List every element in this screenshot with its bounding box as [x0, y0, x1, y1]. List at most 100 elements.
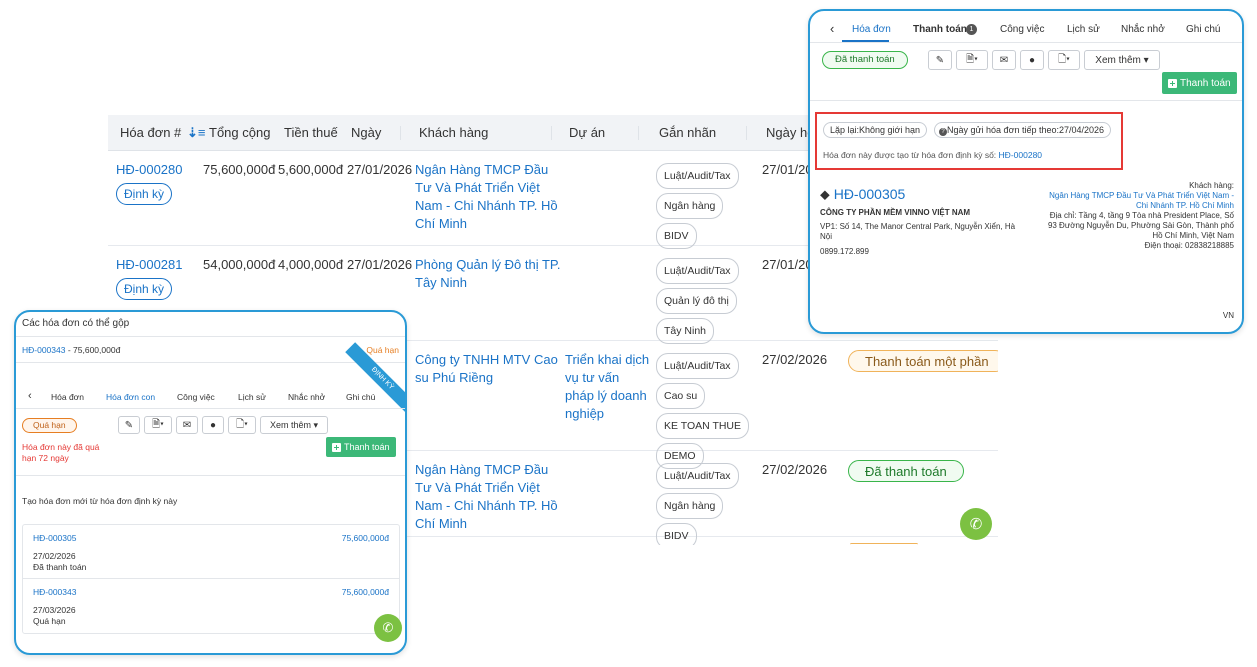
back-icon[interactable]: ‹	[28, 390, 32, 402]
recurring-invoice-panel: Các hóa đơn có thể gộp HĐ-000343 - 75,60…	[14, 310, 407, 655]
customer-link[interactable]: Phòng Quản lý Đô thị TP. Tây Ninh	[415, 256, 565, 292]
email-button[interactable]: ✉	[176, 416, 198, 434]
edit-icon: ✎	[124, 419, 134, 431]
tag[interactable]: Ngân hàng	[656, 193, 724, 219]
tag[interactable]: Quản lý đô thị	[656, 288, 737, 314]
due-cell: 27/02/2026	[762, 352, 828, 367]
col-date[interactable]: Ngày	[351, 125, 381, 140]
file-icon: 🗋▾	[1058, 53, 1070, 65]
status-badge: Thanh toán một phần	[848, 350, 998, 372]
tab-child-invoices[interactable]: Hóa đơn con	[106, 392, 155, 402]
more-dropdown[interactable]: Xem thêm ▾	[1084, 50, 1160, 70]
comment-button[interactable]: ●	[202, 416, 224, 434]
col-project[interactable]: Dự án	[569, 125, 605, 140]
total-cell: 54,000,000đ	[203, 257, 276, 272]
customer-link[interactable]: Ngân Hàng TMCP Đầu Tư Và Phát Triển Việt…	[415, 161, 565, 233]
child-status: Đã thanh toán	[33, 562, 87, 572]
tag[interactable]: BIDV	[656, 523, 697, 545]
pdf-dropdown[interactable]: 🗎▾	[956, 50, 988, 70]
tab-reminders[interactable]: Nhắc nhở	[288, 392, 325, 402]
col-tax[interactable]: Tiền thuế	[284, 125, 338, 140]
recurring-info-box: Lặp lại:Không giới hạn ? Ngày gửi hóa đơn…	[815, 112, 1123, 170]
file-dropdown[interactable]: 🗋▾	[228, 416, 256, 434]
pdf-icon: 🗎▾	[152, 418, 164, 430]
tab-payment[interactable]: Thanh toán	[913, 24, 967, 35]
email-button[interactable]: ✉	[992, 50, 1016, 70]
pdf-dropdown[interactable]: 🗎▾	[144, 416, 172, 434]
parent-invoice-link[interactable]: HĐ-000280	[999, 150, 1042, 160]
tag[interactable]: Luật/Audit/Tax	[656, 163, 739, 189]
phone-icon: ✆	[969, 516, 983, 533]
tab-invoice[interactable]: Hóa đơn	[852, 24, 891, 35]
tab-history[interactable]: Lịch sử	[1067, 24, 1100, 35]
comment-icon: ●	[1028, 54, 1036, 66]
customer-name[interactable]: Ngân Hàng TMCP Đầu Tư Và Phát Triển Việt…	[1039, 191, 1234, 211]
phone-icon: ✆	[382, 620, 394, 635]
invoice-link[interactable]: HĐ-000281	[116, 257, 183, 272]
total-cell: 75,600,000đ	[203, 162, 276, 177]
company-phone: 0899.172.899	[820, 247, 869, 256]
tab-notes[interactable]: Ghi chú	[346, 392, 375, 402]
merge-invoice-link[interactable]: HĐ-000343	[22, 345, 65, 355]
col-total[interactable]: Tổng cộng	[209, 125, 270, 140]
list-item[interactable]: HĐ-000343 75,600,000đ 27/03/2026 Quá hạn	[23, 579, 399, 633]
edit-button[interactable]: ✎	[928, 50, 952, 70]
customer-address: Địa chỉ: Tầng 4, tầng 9 Tòa nhà Presiden…	[1047, 211, 1234, 240]
tab-history[interactable]: Lịch sử	[238, 392, 266, 402]
child-amount: 75,600,000đ	[341, 587, 389, 597]
customer-link[interactable]: Công ty TNHH MTV Cao su Phú Riềng	[415, 351, 565, 387]
pay-button[interactable]: Thanh toán	[1162, 72, 1237, 94]
tab-reminders[interactable]: Nhắc nhở	[1121, 24, 1165, 35]
file-icon: 🗋▾	[236, 418, 248, 430]
customer-label: Khách hàng:	[1189, 181, 1234, 190]
invoice-number: ⬥ HĐ-000305	[820, 186, 906, 202]
pay-button[interactable]: Thanh toán	[326, 437, 396, 457]
child-invoice-list: HĐ-000305 75,600,000đ 27/02/2026 Đã than…	[22, 524, 400, 634]
col-customer[interactable]: Khách hàng	[419, 125, 488, 140]
call-button[interactable]: ✆	[374, 614, 402, 642]
child-amount: 75,600,000đ	[341, 533, 389, 543]
tag[interactable]: Luật/Audit/Tax	[656, 258, 739, 284]
customer-link[interactable]: Ngân Hàng TMCP Đầu Tư Và Phát Triển Việt…	[415, 461, 565, 533]
sort-icon[interactable]: ⇣≡	[187, 125, 205, 141]
tab-tasks[interactable]: Công việc	[177, 392, 215, 402]
tab-tasks[interactable]: Công việc	[1000, 24, 1044, 35]
merge-item: HĐ-000343 - 75,600,000đ	[22, 345, 121, 355]
payment-count-badge: 1	[966, 24, 977, 35]
tag-list: Luật/Audit/Tax Ngân hàng BIDV	[656, 463, 739, 545]
tag[interactable]: Cao su	[656, 383, 706, 409]
due-cell: 27/02/2026	[762, 462, 828, 477]
status-badge: Đã thanh toán	[848, 460, 964, 482]
col-invoice[interactable]: Hóa đơn #	[120, 125, 181, 140]
tag[interactable]: Ngân hàng	[656, 493, 724, 519]
col-tags[interactable]: Gắn nhãn	[659, 125, 716, 140]
recurring-badge: Định kỳ	[116, 183, 173, 205]
comment-button[interactable]: ●	[1020, 50, 1044, 70]
mail-icon: ✉	[182, 419, 192, 431]
customer-phone: Điện thoại: 02838218885	[1144, 241, 1234, 250]
tag[interactable]: KE TOAN THUE	[656, 413, 750, 439]
tag[interactable]: Luật/Audit/Tax	[656, 463, 739, 489]
call-button[interactable]: ✆	[960, 508, 992, 540]
child-invoice-link[interactable]: HĐ-000343	[33, 587, 76, 597]
due-cell: 27/01/20	[762, 162, 813, 177]
created-from-text: Hóa đơn này được tạo từ hóa đơn định kỳ …	[823, 150, 997, 160]
back-icon[interactable]: ‹	[830, 21, 834, 36]
edit-icon: ✎	[935, 54, 945, 66]
project-link[interactable]: Triển khai dịch vụ tư vấn pháp lý doanh …	[565, 351, 650, 423]
child-date: 27/03/2026	[33, 605, 76, 615]
tag-list: Luật/Audit/Tax Ngân hàng BIDV	[656, 163, 739, 253]
comment-icon: ●	[209, 419, 217, 431]
child-invoice-link[interactable]: HĐ-000305	[33, 533, 76, 543]
tab-invoice[interactable]: Hóa đơn	[51, 392, 84, 402]
more-dropdown[interactable]: Xem thêm ▾	[260, 416, 328, 434]
tag[interactable]: Luật/Audit/Tax	[656, 353, 739, 379]
child-date: 27/02/2026	[33, 551, 76, 561]
list-item[interactable]: HĐ-000305 75,600,000đ 27/02/2026 Đã than…	[23, 525, 399, 579]
invoice-link[interactable]: HĐ-000280	[116, 162, 183, 177]
tab-notes[interactable]: Ghi chú	[1186, 24, 1220, 35]
pdf-icon: 🗎▾	[966, 53, 978, 65]
file-dropdown[interactable]: 🗋▾	[1048, 50, 1080, 70]
panel-title: Các hóa đơn có thể gộp	[22, 318, 130, 329]
edit-button[interactable]: ✎	[118, 416, 140, 434]
